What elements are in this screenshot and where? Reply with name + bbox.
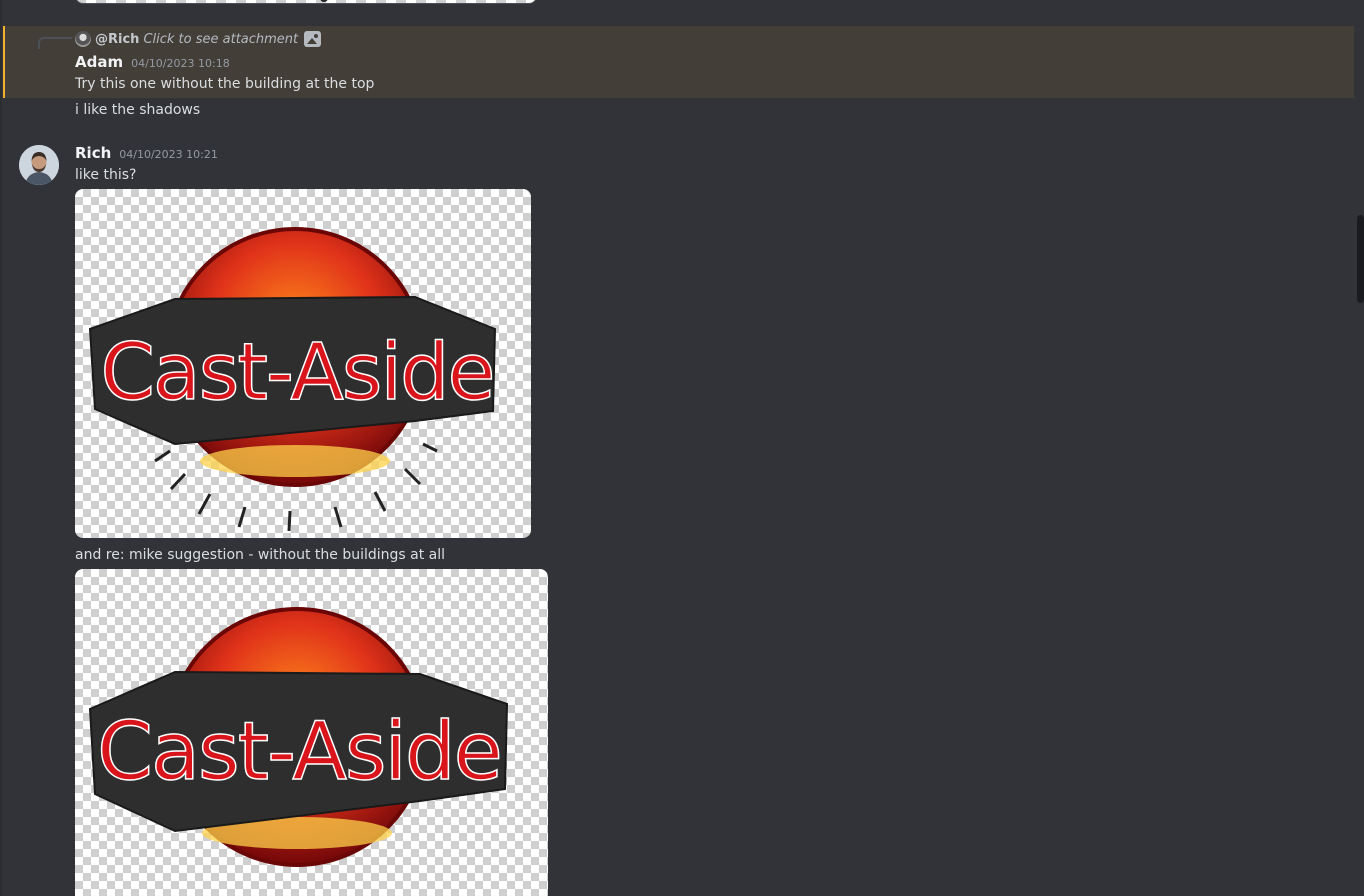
cast-aside-logo: Cast-Aside xyxy=(88,227,496,532)
logo-text: Cast-Aside xyxy=(100,328,493,418)
message-text: i like the shadows xyxy=(75,102,201,118)
reply-author[interactable]: @Rich xyxy=(95,32,139,47)
message-header-adam: Adam 04/10/2023 10:18 xyxy=(75,53,230,71)
scrollbar[interactable] xyxy=(1357,215,1364,303)
reply-avatar xyxy=(75,31,91,47)
message-text: like this? xyxy=(75,167,137,183)
avatar[interactable] xyxy=(19,145,59,185)
message-text: and re: mike suggestion - without the bu… xyxy=(75,547,446,563)
previous-image-attachment[interactable] xyxy=(75,0,537,4)
reply-preview[interactable]: @Rich Click to see attachment xyxy=(75,30,322,48)
timestamp[interactable]: 04/10/2023 10:18 xyxy=(131,57,230,70)
message-text: Try this one without the building at the… xyxy=(75,76,375,92)
image-attachment[interactable]: Cast-Aside xyxy=(75,569,548,896)
previous-image-fragment xyxy=(320,0,328,2)
author-name[interactable]: Adam xyxy=(75,53,123,71)
cast-aside-logo: Cast-Aside xyxy=(88,607,509,867)
message-header-rich: Rich 04/10/2023 10:21 xyxy=(75,144,218,162)
channel-divider xyxy=(0,0,2,896)
reply-attachment-link[interactable]: Click to see attachment xyxy=(143,32,298,47)
author-name[interactable]: Rich xyxy=(75,144,111,162)
logo-text: Cast-Aside xyxy=(97,705,501,798)
timestamp[interactable]: 04/10/2023 10:21 xyxy=(119,148,218,161)
chat-messages: @Rich Click to see attachment Adam 04/10… xyxy=(0,0,1364,896)
reply-connector xyxy=(38,37,72,49)
image-attachment[interactable]: Cast-Aside xyxy=(75,189,531,538)
image-icon xyxy=(304,31,322,47)
